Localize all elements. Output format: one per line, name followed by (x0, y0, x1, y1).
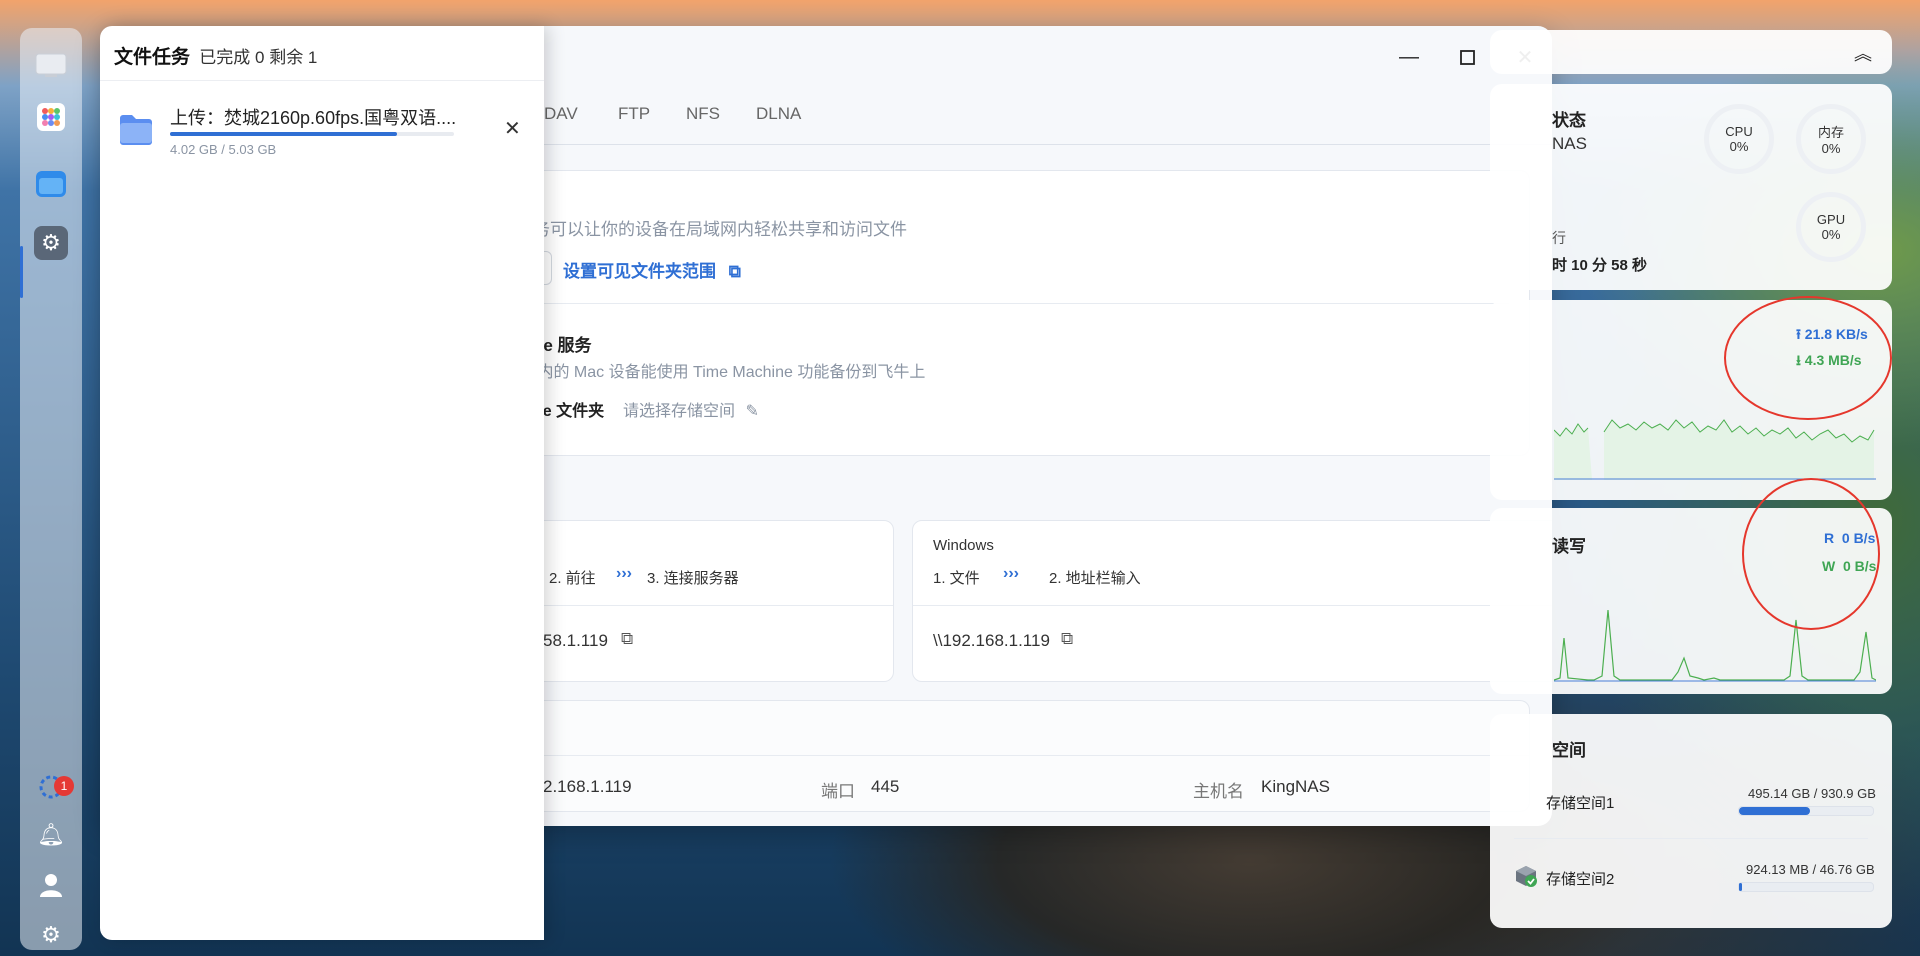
annotation-circle (1742, 478, 1880, 630)
connection-info-card: 2.168.1.119 端口 445 主机名 KingNAS (402, 700, 1530, 812)
file-task-panel: 文件任务 已完成 0 剩余 1 上传：焚城2160p.60fps.国粤双语...… (100, 26, 544, 940)
collapse-chevron-icon[interactable]: ︽ (1854, 40, 1872, 66)
mac-address: 58.1.119 (543, 631, 608, 650)
task-panel-title: 文件任务 (114, 47, 191, 68)
tab-dlna[interactable]: DLNA (756, 104, 801, 124)
host-label: 主机名 (1193, 782, 1244, 801)
storage-item-1-bar (1738, 806, 1874, 816)
mac-step3: 3. 连接服务器 (647, 570, 739, 587)
card-inner-divider (913, 605, 1552, 606)
status-subtitle: NAS (1552, 134, 1587, 153)
storage-item-2-name[interactable]: 存储空间2 (1546, 868, 1614, 889)
uptime-value: 时 10 分 58 秒 (1552, 257, 1648, 274)
cpu-label: CPU (1725, 124, 1753, 139)
mac-step2: 2. 前往 (549, 570, 596, 587)
bell-icon[interactable]: 🔔︎ (34, 818, 68, 852)
storage-widget: 空间 存储空间1 495.14 GB / 930.9 GB 存储空间2 924.… (1490, 714, 1892, 928)
header-divider (100, 80, 544, 81)
copy-icon[interactable]: ⧉ (621, 629, 633, 649)
visible-folder-link-label: 设置可见文件夹范围 (563, 262, 716, 281)
service-card: 务可以让你的设备在局域网内轻松共享和访问文件 设置可见文件夹范围 ⧉ ne 服务… (402, 170, 1530, 456)
storage-item-1-bar-fill (1739, 807, 1811, 815)
network-widget: ⭱ 21.8 KB/s ⭳ 4.3 MB/s (1490, 296, 1892, 500)
memory-label: 内存 (1817, 125, 1844, 140)
tab-nfs[interactable]: NFS (686, 104, 720, 124)
dock: ⚙ 1 🔔︎ ⚙ (20, 28, 82, 950)
task-progress-bar (170, 132, 454, 136)
settings-app-icon[interactable]: ⚙ (34, 226, 68, 260)
external-link-icon: ⧉ (728, 262, 741, 281)
tab-dav[interactable]: DAV (544, 104, 578, 124)
system-status-widget: 状态 NAS 行 时 10 分 58 秒 CPU 0% 内存 0% GPU 0% (1490, 84, 1892, 290)
info-divider (403, 755, 1529, 756)
maximize-button[interactable] (1452, 42, 1482, 72)
desktop-icon[interactable] (34, 48, 68, 82)
windows-step2: 2. 地址栏输入 (1049, 570, 1141, 587)
cpu-value: 0% (1729, 139, 1749, 154)
gpu-label: GPU (1816, 212, 1846, 227)
app-center-icon[interactable] (34, 100, 68, 134)
timemachine-folder-value: 请选择存储空间 (623, 403, 736, 420)
running-label: 行 (1552, 230, 1566, 246)
storage-drive-icon (1514, 864, 1538, 893)
task-progress-fill (170, 132, 398, 136)
minimize-button[interactable]: — (1394, 42, 1424, 72)
task-cancel-close-icon[interactable]: ✕ (504, 116, 521, 141)
memory-value: 0% (1821, 141, 1841, 156)
timemachine-folder-select[interactable]: 请选择存储空间 ✎ (623, 397, 759, 421)
notification-badge: 1 (54, 776, 74, 796)
gpu-ring: GPU 0% (1796, 192, 1866, 262)
folder-icon (118, 112, 154, 151)
gear-icon[interactable]: ⚙ (34, 918, 68, 952)
smb-description: 务可以让你的设备在局域网内轻松共享和访问文件 (533, 220, 907, 239)
network-sparkline (1554, 419, 1876, 480)
storage-title: 空间 (1552, 741, 1586, 760)
storage-item-1-name[interactable]: 存储空间1 (1546, 792, 1614, 813)
disk-io-widget: 读写 R 0 B/s W 0 B/s (1490, 478, 1892, 694)
task-item-name: 上传：焚城2160p.60fps.国粤双语.... (170, 108, 457, 128)
status-title: 状态 (1552, 111, 1586, 130)
timemachine-description: ]内的 Mac 设备能使用 Time Machine 功能备份到飞牛上 (533, 364, 926, 381)
task-item-size: 4.02 GB / 5.03 GB (170, 142, 277, 157)
windows-title: Windows (933, 537, 994, 554)
card-divider (533, 303, 1509, 304)
storage-item-1-usage: 495.14 GB / 930.9 GB (1748, 786, 1876, 801)
step-arrow-icon: ››› (1003, 565, 1019, 582)
step-arrow-icon: ››› (616, 565, 632, 582)
file-manager-icon[interactable] (34, 166, 68, 200)
memory-ring: 内存 0% (1796, 104, 1866, 174)
annotation-circle (1724, 296, 1892, 420)
disk-io-title: 读写 (1552, 537, 1586, 556)
storage-item-2-bar (1738, 882, 1874, 892)
storage-item-2-usage: 924.13 MB / 46.76 GB (1746, 862, 1875, 877)
copy-icon[interactable]: ⧉ (1061, 629, 1073, 649)
visible-folder-link[interactable]: 设置可见文件夹范围 ⧉ (563, 257, 741, 282)
edit-icon: ✎ (745, 403, 759, 420)
tab-ftp[interactable]: FTP (618, 104, 650, 124)
task-panel-summary: 已完成 0 剩余 1 (199, 48, 318, 67)
host-value: KingNAS (1261, 777, 1330, 796)
storage-item-2-bar-fill (1739, 883, 1742, 891)
windows-step1: 1. 文件 (933, 570, 980, 587)
storage-divider (1514, 838, 1868, 839)
windows-address: \\192.168.1.119 (933, 631, 1050, 650)
port-label: 端口 (821, 782, 855, 801)
windows-connect-card: Windows 1. 文件 ››› 2. 地址栏输入 \\192.168.1.1… (912, 520, 1552, 682)
dock-active-indicator (20, 246, 23, 298)
user-icon[interactable] (34, 868, 68, 902)
info-ip: 2.168.1.119 (543, 777, 632, 796)
status-widget: ︽ (1490, 30, 1892, 74)
task-panel-header: 文件任务 已完成 0 剩余 1 (114, 42, 317, 69)
gpu-value: 0% (1821, 227, 1841, 242)
cpu-ring: CPU 0% (1704, 104, 1774, 174)
port-value: 445 (871, 777, 900, 796)
